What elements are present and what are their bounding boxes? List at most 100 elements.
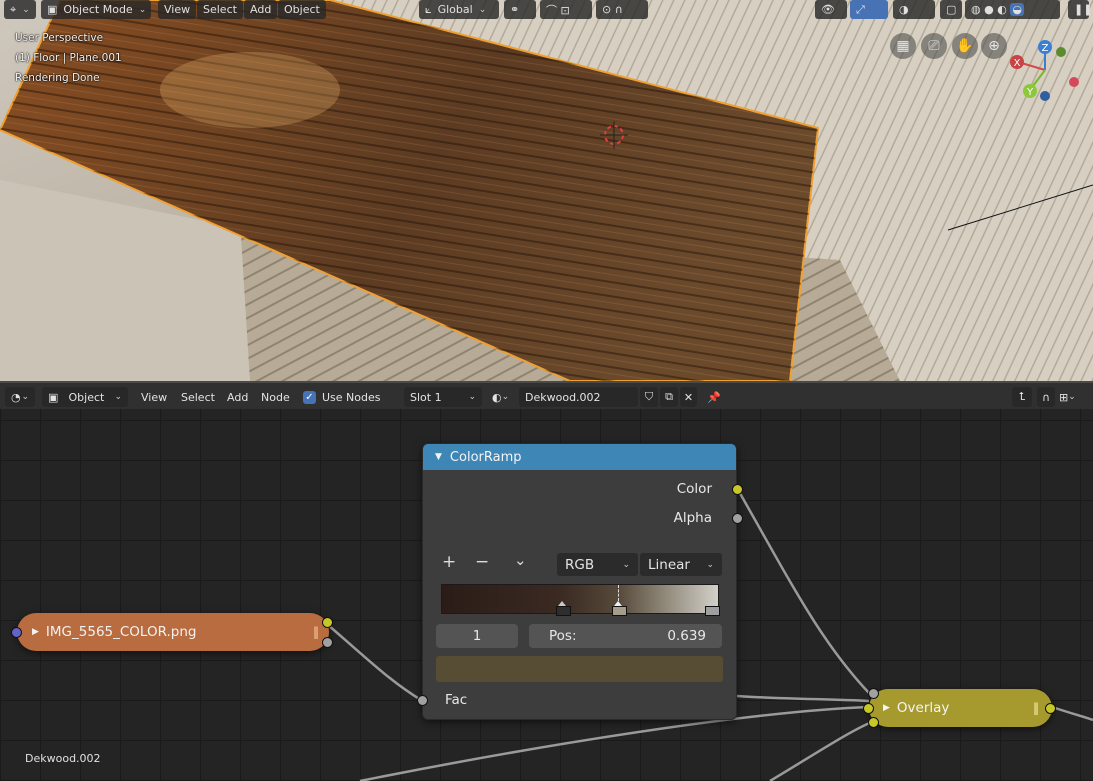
remove-stop-button[interactable]: −	[475, 552, 489, 572]
material-slot-dropdown[interactable]: Slot 1 ⌄	[404, 387, 482, 407]
chevron-down-icon: ⌄	[468, 392, 476, 402]
material-browse-button[interactable]: ◐ ⌄	[492, 387, 509, 407]
color-output-socket[interactable]	[732, 484, 743, 495]
overlay-fac-input-socket[interactable]	[868, 688, 879, 699]
colorramp-node[interactable]: ▼ ColorRamp Color Alpha + − ⌄ RGB ⌄ Line…	[417, 443, 743, 720]
snap-target-dropdown[interactable]: ⊞ ⌄	[1059, 387, 1076, 407]
image-node-label: IMG_5565_COLOR.png	[45, 624, 197, 640]
copy-icon: ⧉	[665, 390, 673, 403]
unlink-material-button[interactable]: ✕	[680, 387, 697, 407]
image-color-output-socket[interactable]	[322, 617, 333, 628]
xray-button[interactable]: ▢	[940, 0, 962, 19]
material-name-field[interactable]: Dekwood.002	[519, 387, 638, 407]
expand-triangle-icon[interactable]: ▶	[32, 627, 39, 637]
xray-icon: ▢	[946, 3, 957, 16]
chevron-down-icon: ⌄	[21, 392, 29, 402]
shader-node-editor[interactable]: ◔ ⌄ ▣ Object ⌄ View Select Add Node ✓ Use…	[0, 381, 1093, 781]
image-texture-node[interactable]: ▶ IMG_5565_COLOR.png ||	[11, 613, 333, 651]
ramp-specials-chevron-icon[interactable]: ⌄	[514, 551, 527, 569]
menu-node[interactable]: Node	[261, 387, 290, 407]
rendered-shading-icon[interactable]: ◒	[1010, 3, 1024, 16]
menu-view[interactable]: View	[158, 0, 197, 19]
pin-icon: 📌	[707, 390, 721, 404]
stop-color-swatch[interactable]	[436, 656, 723, 682]
menu-select[interactable]: Select	[197, 0, 243, 19]
overlay-color-output-socket[interactable]	[1045, 703, 1056, 714]
proportional-edit-icon: ⊙ ∩	[602, 3, 623, 16]
node-editor-icon: ◔	[11, 390, 21, 404]
camera-view-icon[interactable]: ⎚	[921, 33, 947, 59]
pin-button[interactable]: 📌	[707, 387, 721, 407]
overlay-color2-input-socket[interactable]	[868, 717, 879, 728]
shading-buttons[interactable]: ◍ ● ◐ ◒	[965, 0, 1060, 19]
3d-viewport[interactable]: Z X Y ⌖ ⌄ ▣ Object Mode ⌄ View Select Add…	[0, 0, 1093, 381]
snap-toggle-button[interactable]: ∩	[1037, 387, 1055, 407]
interpolation-dropdown[interactable]: Linear ⌄	[640, 553, 722, 576]
menu-add[interactable]: Add	[227, 387, 248, 407]
overlay-color1-input-socket[interactable]	[863, 703, 874, 714]
render-status-label: Rendering Done	[15, 72, 100, 84]
expand-triangle-icon[interactable]: ▶	[883, 703, 890, 713]
snap-icon: ⌒ ⊡	[546, 3, 570, 17]
colorramp-node-header[interactable]: ▼ ColorRamp	[423, 444, 736, 470]
checkbox-checked-icon[interactable]: ✓	[303, 390, 316, 404]
color-mode-dropdown[interactable]: RGB ⌄	[557, 553, 638, 576]
gizmo-z-label: Z	[1042, 43, 1049, 54]
eye-icon: 👁	[821, 3, 835, 16]
vector-input-socket[interactable]	[11, 627, 22, 638]
solid-shading-icon[interactable]: ●	[984, 3, 994, 16]
color-stop-1-active[interactable]	[612, 601, 627, 616]
color-stop-0[interactable]	[556, 601, 571, 616]
editor-type-button[interactable]: ⌖ ⌄	[4, 0, 36, 19]
overlay-mix-node[interactable]: ▶ Overlay ||	[863, 688, 1056, 728]
collapse-triangle-icon[interactable]: ▼	[435, 452, 442, 462]
toggle-view-grid-icon[interactable]: ▦	[890, 33, 916, 59]
pos-value: 0.639	[667, 628, 706, 644]
menu-object[interactable]: Object	[278, 0, 326, 19]
gizmo-toggle-button[interactable]: ⤢	[850, 0, 888, 19]
use-nodes-label: Use Nodes	[322, 390, 381, 404]
proportional-edit-button[interactable]: ⊙ ∩	[596, 0, 648, 19]
shader-type-label: Object	[68, 390, 105, 404]
hidden-sockets-icon: ||	[313, 625, 319, 639]
color-ramp-gradient[interactable]	[441, 584, 720, 616]
image-alpha-output-socket[interactable]	[322, 637, 333, 648]
fac-input-socket[interactable]	[417, 695, 428, 706]
pan-view-hand-icon[interactable]: ✋	[952, 33, 978, 59]
pause-icon: ❚❚	[1074, 3, 1093, 16]
material-name: Dekwood.002	[525, 390, 601, 404]
chevron-down-icon: ⌄	[138, 4, 147, 15]
visibility-button[interactable]: 👁	[815, 0, 847, 19]
gizmo-icon: ⤢	[856, 2, 865, 16]
use-nodes-toggle[interactable]: ✓ Use Nodes	[303, 387, 381, 407]
slot-label: Slot 1	[410, 390, 442, 404]
color-stop-2[interactable]	[705, 601, 720, 616]
wireframe-shading-icon[interactable]: ◍	[971, 3, 981, 16]
editor-type-button[interactable]: ◔ ⌄	[5, 387, 35, 407]
alpha-output-socket[interactable]	[732, 513, 743, 524]
zoom-view-icon[interactable]: ⊕	[981, 33, 1007, 59]
fake-user-button[interactable]: ⛉	[640, 387, 658, 407]
stop-position-field[interactable]: Pos: 0.639	[529, 624, 722, 648]
duplicate-material-button[interactable]: ⧉	[660, 387, 678, 407]
overlays-button[interactable]: ◑	[893, 0, 935, 19]
menu-add[interactable]: Add	[244, 0, 278, 19]
menu-select[interactable]: Select	[181, 387, 215, 407]
orientation-dropdown[interactable]: ⟀ Global ⌄	[419, 0, 499, 19]
shader-type-dropdown[interactable]: ▣ Object ⌄	[42, 387, 128, 407]
pause-render-button[interactable]: ❚❚	[1068, 0, 1093, 19]
pivot-point-button[interactable]: ⚭	[504, 0, 536, 19]
chevron-down-icon: ⌄	[1068, 392, 1076, 402]
add-stop-button[interactable]: +	[442, 552, 456, 572]
active-stop-index-field[interactable]: 1	[436, 624, 518, 648]
link-to-overlay-fac	[736, 694, 870, 703]
parent-node-tree-button[interactable]: ⮤	[1012, 387, 1032, 407]
menu-view[interactable]: View	[141, 387, 167, 407]
snap-button[interactable]: ⌒ ⊡	[540, 0, 592, 19]
link-lower-2	[769, 719, 875, 781]
node-editor-header: ◔ ⌄ ▣ Object ⌄ View Select Add Node ✓ Use…	[0, 381, 1093, 409]
mode-dropdown[interactable]: ▣ Object Mode ⌄	[41, 0, 151, 19]
overlays-icon: ◑	[899, 3, 909, 16]
material-shading-icon[interactable]: ◐	[997, 3, 1007, 16]
chevron-down-icon: ⌄	[622, 559, 630, 570]
